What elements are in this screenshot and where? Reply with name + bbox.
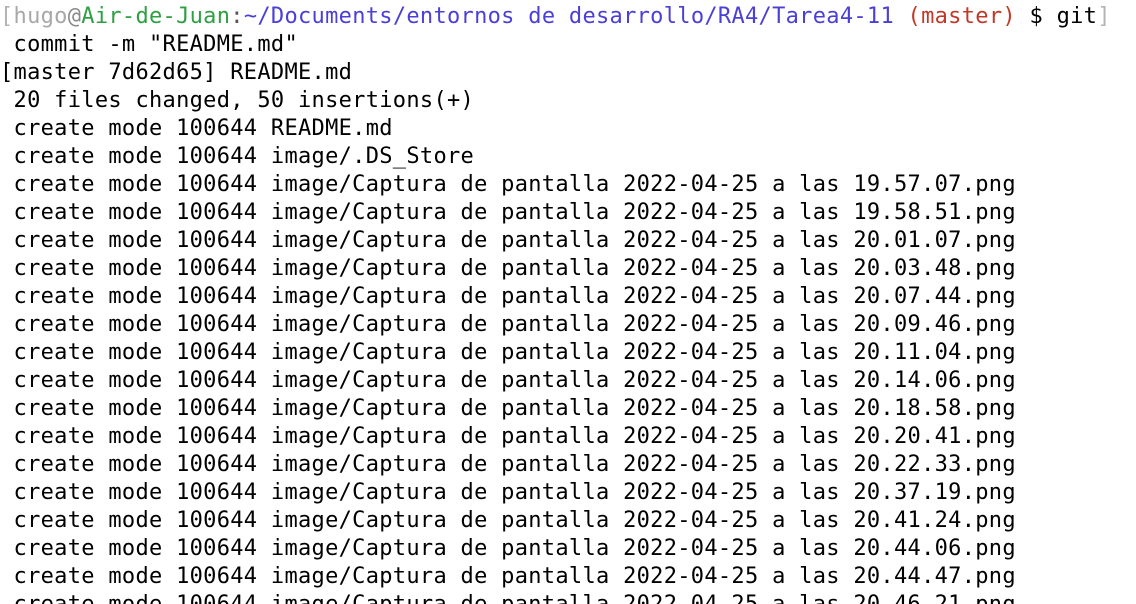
terminal-window[interactable]: [hugo@Air-de-Juan:~/Documents/entornos d… bbox=[0, 0, 1136, 604]
output-line-create-mode: create mode 100644 image/Captura de pant… bbox=[0, 396, 1016, 421]
prompt-at: @ bbox=[67, 4, 82, 29]
prompt-colon: : bbox=[230, 4, 244, 29]
output-line-partial: create mode 100644 image/Captura de pant… bbox=[0, 591, 1016, 604]
output-line-create-mode: create mode 100644 image/Captura de pant… bbox=[0, 452, 1016, 477]
output-line-create-mode: create mode 100644 image/Captura de pant… bbox=[0, 312, 1016, 337]
output-line-create-mode: create mode 100644 image/Captura de pant… bbox=[0, 424, 1016, 449]
output-line-create-mode: create mode 100644 image/Captura de pant… bbox=[0, 340, 1016, 365]
output-line-create-mode: create mode 100644 image/Captura de pant… bbox=[0, 200, 1016, 225]
output-line-create-mode: create mode 100644 image/Captura de pant… bbox=[0, 564, 1016, 589]
output-line-create-mode: create mode 100644 image/Captura de pant… bbox=[0, 228, 1016, 253]
output-line-create-mode: create mode 100644 image/Captura de pant… bbox=[0, 480, 1016, 505]
command-text: git bbox=[1056, 4, 1098, 29]
prompt-path: ~/Documents/entornos de desarrollo/RA4/T… bbox=[243, 4, 894, 29]
output-line-create-mode: create mode 100644 image/Captura de pant… bbox=[0, 172, 1016, 197]
output-line-commit-summary: [master 7d62d65] README.md bbox=[0, 60, 353, 85]
prompt-open-bracket: [ bbox=[0, 4, 14, 29]
prompt-user: hugo bbox=[13, 4, 68, 29]
output-line-create-mode: create mode 100644 image/.DS_Store bbox=[0, 144, 475, 169]
output-line-create-mode: create mode 100644 image/Captura de pant… bbox=[0, 368, 1016, 393]
prompt-dollar: $ bbox=[1029, 4, 1044, 29]
output-line-commit-args: commit -m "README.md" bbox=[0, 32, 298, 57]
output-line-create-mode: create mode 100644 image/Captura de pant… bbox=[0, 536, 1016, 561]
prompt-close-bracket: ] bbox=[1097, 4, 1111, 29]
output-line-create-mode: create mode 100644 image/Captura de pant… bbox=[0, 256, 1016, 281]
prompt-branch: (master) bbox=[907, 4, 1016, 29]
output-line-create-mode: create mode 100644 image/Captura de pant… bbox=[0, 508, 1016, 533]
output-line-files-changed: 20 files changed, 50 insertions(+) bbox=[0, 88, 475, 113]
prompt-host: Air-de-Juan bbox=[81, 4, 231, 29]
output-line-create-mode: create mode 100644 README.md bbox=[0, 116, 393, 141]
output-line-create-mode: create mode 100644 image/Captura de pant… bbox=[0, 284, 1016, 309]
prompt-line: [hugo@Air-de-Juan:~/Documents/entornos d… bbox=[0, 3, 1111, 31]
